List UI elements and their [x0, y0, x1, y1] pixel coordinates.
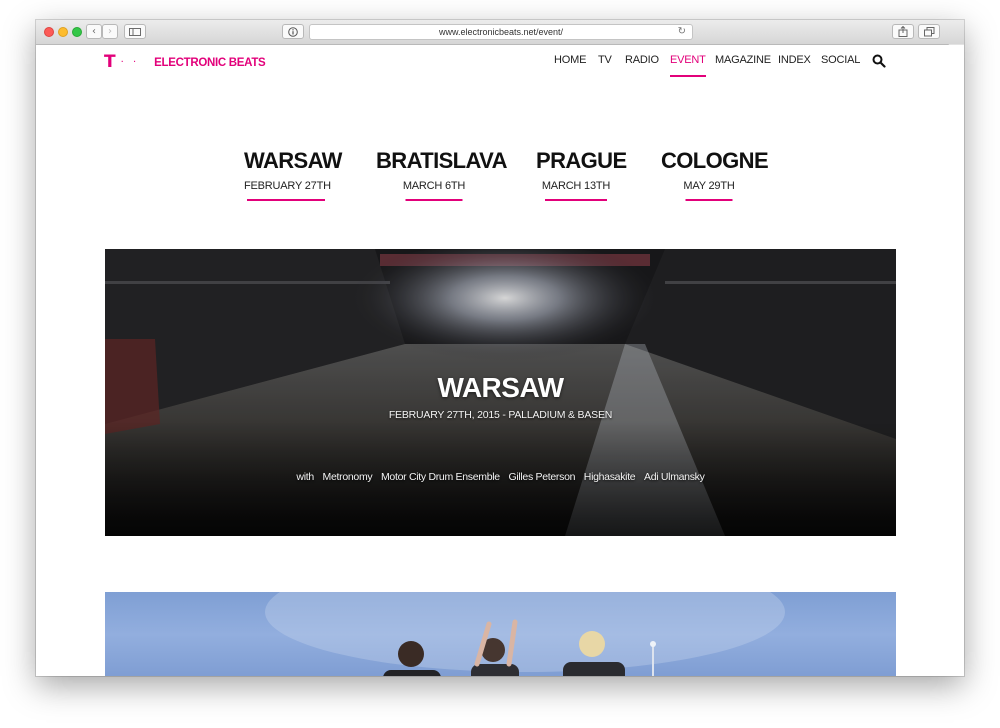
zoom-window-button[interactable]	[72, 27, 82, 37]
tabs-button[interactable]	[918, 24, 940, 39]
forward-button[interactable]: ›	[102, 24, 118, 39]
reload-icon[interactable]: ↻	[678, 26, 686, 37]
nav-item-radio[interactable]: RADIO	[625, 54, 659, 66]
lineup-artist[interactable]: Highasakite	[584, 471, 636, 483]
event-hero-warsaw[interactable]: WARSAW FEBRUARY 27TH, 2015 - PALLADIUM &…	[105, 249, 896, 536]
lineup-artist[interactable]: Adi Ulmansky	[644, 471, 705, 483]
sidebar-button[interactable]	[124, 24, 146, 39]
lineup-artist[interactable]: Metronomy	[323, 471, 373, 483]
city-date: MARCH 6TH	[402, 180, 466, 192]
city-name: COLOGNE	[661, 148, 769, 173]
nav-item-index[interactable]: INDEX	[778, 54, 811, 66]
search-icon[interactable]	[872, 54, 886, 68]
city-underline	[545, 199, 607, 201]
back-button[interactable]: ‹	[86, 24, 102, 39]
nav-item-event[interactable]: EVENT	[670, 54, 706, 77]
lineup: with Metronomy Motor City Drum Ensemble …	[105, 471, 896, 483]
web-page: T · · ELECTRONIC BEATS HOME TV RADIO EVE…	[36, 45, 964, 676]
nav-item-home[interactable]: HOME	[554, 54, 586, 66]
city-underline	[247, 199, 325, 201]
address-bar[interactable]: www.electronicbeats.net/event/ ↻	[309, 24, 693, 40]
city-tab-cologne[interactable]: COLOGNE MAY 29TH	[661, 148, 769, 201]
lineup-artist[interactable]: Gilles Peterson	[508, 471, 575, 483]
sidebar-icon	[129, 27, 141, 36]
city-date: MARCH 13TH	[541, 180, 611, 192]
browser-toolbar: ‹ › www.electronicbeats.net/event/ ↻	[36, 20, 964, 45]
city-underline	[685, 199, 733, 201]
site-logo[interactable]: T · · ELECTRONIC BEATS	[104, 52, 266, 72]
city-date: FEBRUARY 27TH	[244, 180, 331, 192]
browser-window: ‹ › www.electronicbeats.net/event/ ↻ T ·…	[36, 20, 964, 676]
city-tab-bratislava[interactable]: BRATISLAVA MARCH 6TH	[376, 148, 507, 201]
city-name: WARSAW	[244, 148, 342, 173]
telekom-logo-dots: · ·	[120, 57, 140, 68]
lineup-artist[interactable]: Motor City Drum Ensemble	[381, 471, 500, 483]
city-underline	[405, 199, 463, 201]
telekom-logo-mark: T	[104, 52, 116, 72]
share-icon	[898, 26, 908, 37]
nav-item-social[interactable]: SOCIAL	[821, 54, 860, 66]
site-info-button[interactable]	[282, 24, 304, 39]
nav-item-tv[interactable]: TV	[598, 54, 612, 66]
address-text: www.electronicbeats.net/event/	[438, 27, 564, 37]
lineup-prefix: with	[296, 471, 314, 483]
city-tab-prague[interactable]: PRAGUE MARCH 13TH	[536, 148, 627, 201]
city-name: BRATISLAVA	[376, 148, 507, 173]
close-window-button[interactable]	[44, 27, 54, 37]
city-tab-warsaw[interactable]: WARSAW FEBRUARY 27TH	[244, 148, 342, 201]
hero-title: WARSAW	[437, 372, 564, 403]
city-date: MAY 29TH	[683, 180, 735, 192]
city-name: PRAGUE	[536, 148, 627, 173]
chevron-right-icon: ›	[108, 26, 112, 37]
event-photo-card[interactable]	[105, 592, 896, 676]
tabs-icon	[923, 26, 934, 36]
info-icon	[288, 26, 298, 37]
share-button[interactable]	[892, 24, 914, 39]
site-name: ELECTRONIC BEATS	[154, 56, 266, 69]
nav-item-magazine[interactable]: MAGAZINE	[715, 54, 771, 66]
hero-subtitle: FEBRUARY 27TH, 2015 - PALLADIUM & BASEN	[388, 409, 613, 421]
chevron-left-icon: ‹	[92, 26, 96, 37]
performers-photo	[265, 592, 785, 676]
minimize-window-button[interactable]	[58, 27, 68, 37]
